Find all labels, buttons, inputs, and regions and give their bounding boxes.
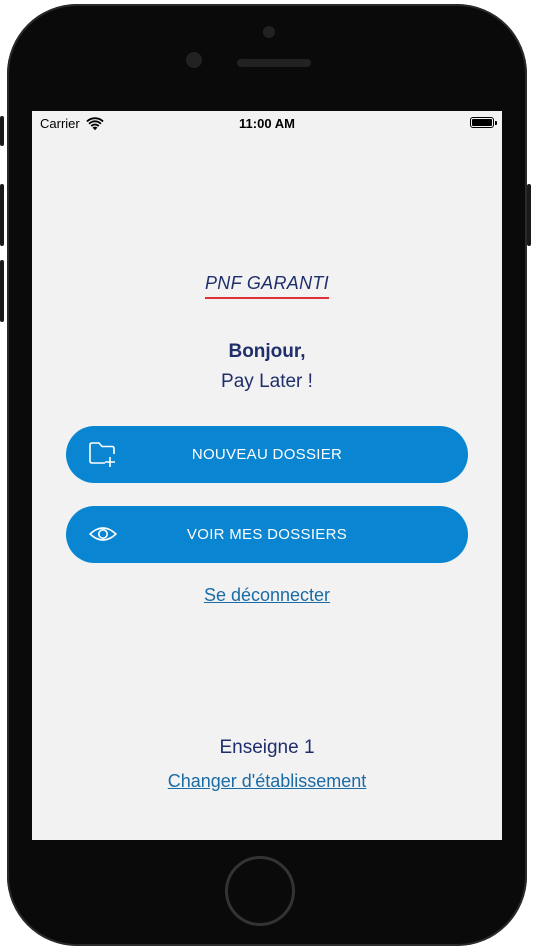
brand-name: PNF GARANTI [205, 273, 329, 299]
home-button[interactable] [225, 856, 295, 926]
eye-icon [89, 527, 117, 541]
logout-link[interactable]: Se déconnecter [32, 585, 502, 606]
battery-level-fill [472, 119, 492, 126]
proximity-sensor [186, 52, 202, 68]
app-screen: Carrier 11:00 AM PNF GARANTI Bonjour, Pa… [32, 111, 502, 840]
volume-down-button [0, 260, 4, 322]
battery-icon [470, 117, 497, 128]
volume-up-button [0, 184, 4, 246]
status-bar: Carrier 11:00 AM [32, 111, 502, 135]
greeting-user-name: Pay Later ! [221, 371, 313, 392]
brand-logo: PNF GARANTI [32, 273, 502, 299]
power-button [527, 184, 531, 246]
new-file-button-label: NOUVEAU DOSSIER [191, 446, 343, 463]
folder-plus-icon [89, 442, 115, 467]
view-files-button-label: VOIR MES DOSSIERS [186, 526, 348, 543]
mute-switch [0, 116, 4, 146]
front-camera [263, 26, 275, 38]
greeting-hello: Bonjour, [228, 341, 306, 362]
store-name: Enseigne 1 [219, 737, 315, 758]
greeting-block: Bonjour, Pay Later ! [32, 337, 502, 397]
new-file-button[interactable]: NOUVEAU DOSSIER [66, 426, 468, 483]
status-time: 11:00 AM [239, 116, 295, 131]
view-files-button[interactable]: VOIR MES DOSSIERS [66, 506, 468, 563]
earpiece-speaker [237, 59, 311, 67]
change-store-link[interactable]: Changer d'établissement [32, 771, 502, 792]
